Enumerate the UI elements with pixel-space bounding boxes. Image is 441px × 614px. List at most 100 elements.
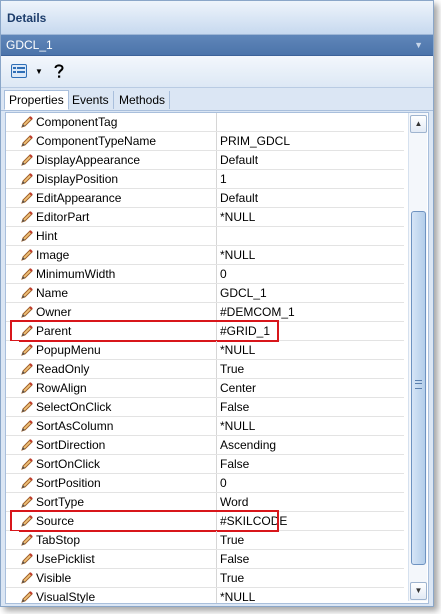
property-name-cell[interactable]: PopupMenu	[19, 341, 217, 359]
property-row[interactable]: MinimumWidth 0	[6, 265, 404, 284]
vertical-scrollbar[interactable]: ▲ ▼	[408, 113, 427, 601]
property-row[interactable]: RowAlign Center	[6, 379, 404, 398]
property-name-cell[interactable]: ReadOnly	[19, 360, 217, 378]
property-name-cell[interactable]: UsePicklist	[19, 550, 217, 568]
property-row[interactable]: SelectOnClick False	[6, 398, 404, 417]
property-value-cell[interactable]: Center	[217, 379, 404, 397]
property-value-cell[interactable]: False	[217, 398, 404, 416]
property-name-cell[interactable]: EditorPart	[19, 208, 217, 226]
property-name-cell[interactable]: SortType	[19, 493, 217, 511]
property-value-cell[interactable]: True	[217, 360, 404, 378]
property-value-cell[interactable]: #DEMCOM_1	[217, 303, 404, 321]
property-row[interactable]: Hint	[6, 227, 404, 246]
property-value-cell[interactable]: False	[217, 455, 404, 473]
property-name-cell[interactable]: Image	[19, 246, 217, 264]
property-row[interactable]: ReadOnly True	[6, 360, 404, 379]
property-name-cell[interactable]: SortOnClick	[19, 455, 217, 473]
property-name-cell[interactable]: Owner	[19, 303, 217, 321]
pencil-icon	[21, 192, 33, 204]
property-name-cell[interactable]: MinimumWidth	[19, 265, 217, 283]
property-value-cell[interactable]: Default	[217, 151, 404, 169]
property-row[interactable]: Visible True	[6, 569, 404, 588]
property-value-cell[interactable]: False	[217, 550, 404, 568]
property-value-cell[interactable]: *NULL	[217, 341, 404, 359]
property-name: RowAlign	[36, 381, 87, 395]
property-value-cell[interactable]	[217, 227, 404, 245]
property-row[interactable]: SortPosition 0	[6, 474, 404, 493]
property-value: 0	[220, 476, 227, 490]
property-name: ComponentTag	[36, 115, 118, 129]
property-row[interactable]: SortAsColumn *NULL	[6, 417, 404, 436]
property-name-cell[interactable]: VisualStyle	[19, 588, 217, 603]
property-row[interactable]: EditorPart *NULL	[6, 208, 404, 227]
property-name-cell[interactable]: ComponentTypeName	[19, 132, 217, 150]
property-row[interactable]: TabStop True	[6, 531, 404, 550]
property-value: Ascending	[220, 438, 277, 452]
scroll-down-button[interactable]: ▼	[410, 582, 427, 600]
property-value-cell[interactable]	[217, 113, 404, 131]
tab-events[interactable]: Events	[68, 91, 114, 109]
property-value-cell[interactable]: PRIM_GDCL	[217, 132, 404, 150]
property-row[interactable]: SortOnClick False	[6, 455, 404, 474]
property-name: DisplayPosition	[36, 172, 119, 186]
property-row[interactable]: PopupMenu *NULL	[6, 341, 404, 360]
row-gutter	[6, 360, 19, 378]
property-value-cell[interactable]: GDCL_1	[217, 284, 404, 302]
property-name: SortDirection	[36, 438, 106, 452]
scroll-grip-icon	[415, 380, 422, 389]
property-name-cell[interactable]: ComponentTag	[19, 113, 217, 131]
property-value-cell[interactable]: *NULL	[217, 208, 404, 226]
property-value: Default	[220, 153, 259, 167]
property-name-cell[interactable]: Hint	[19, 227, 217, 245]
property-name-cell[interactable]: EditAppearance	[19, 189, 217, 207]
property-value-cell[interactable]: 1	[217, 170, 404, 188]
property-name-cell[interactable]: Name	[19, 284, 217, 302]
property-value-cell[interactable]: Ascending	[217, 436, 404, 454]
property-value-cell[interactable]: Default	[217, 189, 404, 207]
tab-properties[interactable]: Properties	[4, 90, 69, 110]
property-row[interactable]: DisplayAppearance Default	[6, 151, 404, 170]
row-gutter	[6, 284, 19, 302]
property-value-cell[interactable]: True	[217, 531, 404, 549]
chevron-down-icon[interactable]: ▼	[414, 40, 423, 50]
property-row[interactable]: SortDirection Ascending	[6, 436, 404, 455]
dropdown-arrow-icon[interactable]: ▼	[31, 63, 47, 79]
property-value-cell[interactable]: *NULL	[217, 588, 404, 603]
property-value-cell[interactable]: *NULL	[217, 246, 404, 264]
property-value-cell[interactable]: 0	[217, 474, 404, 492]
property-value-cell[interactable]: Word	[217, 493, 404, 511]
property-name-cell[interactable]: SelectOnClick	[19, 398, 217, 416]
property-name: SortOnClick	[36, 457, 101, 471]
property-value-cell[interactable]: *NULL	[217, 417, 404, 435]
scroll-thumb[interactable]	[411, 211, 426, 565]
property-row[interactable]: VisualStyle *NULL	[6, 588, 404, 603]
component-selector[interactable]: GDCL_1 ▼	[1, 35, 433, 56]
property-name-cell[interactable]: RowAlign	[19, 379, 217, 397]
help-icon[interactable]	[51, 63, 67, 79]
property-value: 0	[220, 267, 227, 281]
property-row[interactable]: DisplayPosition 1	[6, 170, 404, 189]
property-name-cell[interactable]: SortDirection	[19, 436, 217, 454]
property-row[interactable]: ComponentTag	[6, 113, 404, 132]
property-row[interactable]: UsePicklist False	[6, 550, 404, 569]
property-row[interactable]: Name GDCL_1	[6, 284, 404, 303]
property-name-cell[interactable]: Visible	[19, 569, 217, 587]
property-value-cell[interactable]: 0	[217, 265, 404, 283]
pencil-icon	[21, 135, 33, 147]
pencil-icon	[21, 173, 33, 185]
tab-methods[interactable]: Methods	[115, 91, 171, 109]
property-name-cell[interactable]: DisplayAppearance	[19, 151, 217, 169]
property-row[interactable]: Source #SKILCODE	[6, 510, 404, 532]
property-name-cell[interactable]: DisplayPosition	[19, 170, 217, 188]
property-row[interactable]: Image *NULL	[6, 246, 404, 265]
property-row[interactable]: EditAppearance Default	[6, 189, 404, 208]
property-value-cell[interactable]: True	[217, 569, 404, 587]
property-name-cell[interactable]: SortPosition	[19, 474, 217, 492]
property-name-cell[interactable]: SortAsColumn	[19, 417, 217, 435]
property-row[interactable]: Parent #GRID_1	[6, 320, 404, 342]
property-name: EditorPart	[36, 210, 90, 224]
property-view-icon[interactable]	[11, 63, 27, 79]
property-name-cell[interactable]: TabStop	[19, 531, 217, 549]
scroll-up-button[interactable]: ▲	[410, 115, 427, 133]
property-row[interactable]: ComponentTypeName PRIM_GDCL	[6, 132, 404, 151]
